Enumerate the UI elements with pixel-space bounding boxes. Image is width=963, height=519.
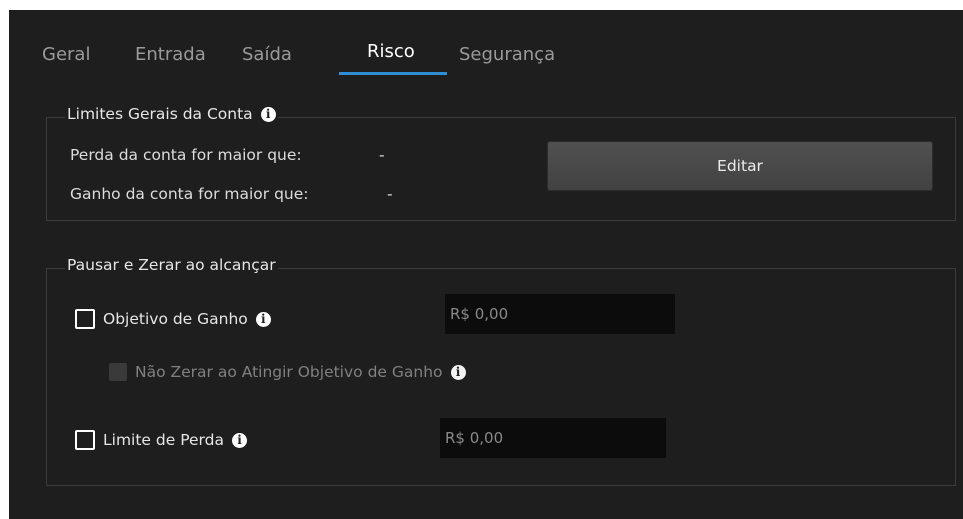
account-gain-label: Ganho da conta for maior que: [70, 185, 309, 203]
tab-bar: Geral Entrada Saída Risco Segurança [9, 10, 963, 76]
no-reset-checkbox [109, 363, 127, 381]
info-icon[interactable]: i [255, 311, 271, 327]
no-reset-row: Não Zerar ao Atingir Objetivo de Ganho i [109, 363, 466, 381]
tab-geral[interactable]: Geral [42, 44, 90, 65]
edit-button[interactable]: Editar [547, 141, 933, 191]
account-limits-title-text: Limites Gerais da Conta [67, 105, 253, 123]
no-reset-label: Não Zerar ao Atingir Objetivo de Ganho [135, 363, 443, 381]
info-icon[interactable]: i [450, 364, 466, 380]
edit-button-label: Editar [717, 157, 763, 175]
info-icon[interactable]: i [260, 106, 276, 122]
tab-saida[interactable]: Saída [242, 44, 292, 65]
account-limits-title: Limites Gerais da Conta i [65, 105, 278, 123]
pause-reset-title: Pausar e Zerar ao alcançar [65, 256, 278, 274]
tab-seguranca[interactable]: Segurança [459, 44, 555, 65]
tab-risco[interactable]: Risco [367, 41, 415, 62]
account-loss-value: - [379, 146, 385, 164]
gain-goal-checkbox[interactable] [75, 309, 95, 329]
risk-settings-window: Geral Entrada Saída Risco Segurança Limi… [9, 10, 963, 519]
pause-reset-title-text: Pausar e Zerar ao alcançar [67, 256, 276, 274]
loss-limit-row: Limite de Perda i [75, 430, 247, 450]
account-gain-value: - [387, 185, 393, 203]
gain-goal-input[interactable] [445, 294, 675, 334]
loss-limit-label[interactable]: Limite de Perda [103, 431, 224, 449]
active-tab-indicator [339, 72, 447, 75]
tab-entrada[interactable]: Entrada [135, 44, 206, 65]
account-loss-label: Perda da conta for maior que: [70, 146, 302, 164]
gain-goal-row: Objetivo de Ganho i [75, 309, 271, 329]
info-icon[interactable]: i [231, 432, 247, 448]
loss-limit-input[interactable] [440, 418, 666, 458]
gain-goal-label[interactable]: Objetivo de Ganho [103, 310, 248, 328]
loss-limit-checkbox[interactable] [75, 430, 95, 450]
